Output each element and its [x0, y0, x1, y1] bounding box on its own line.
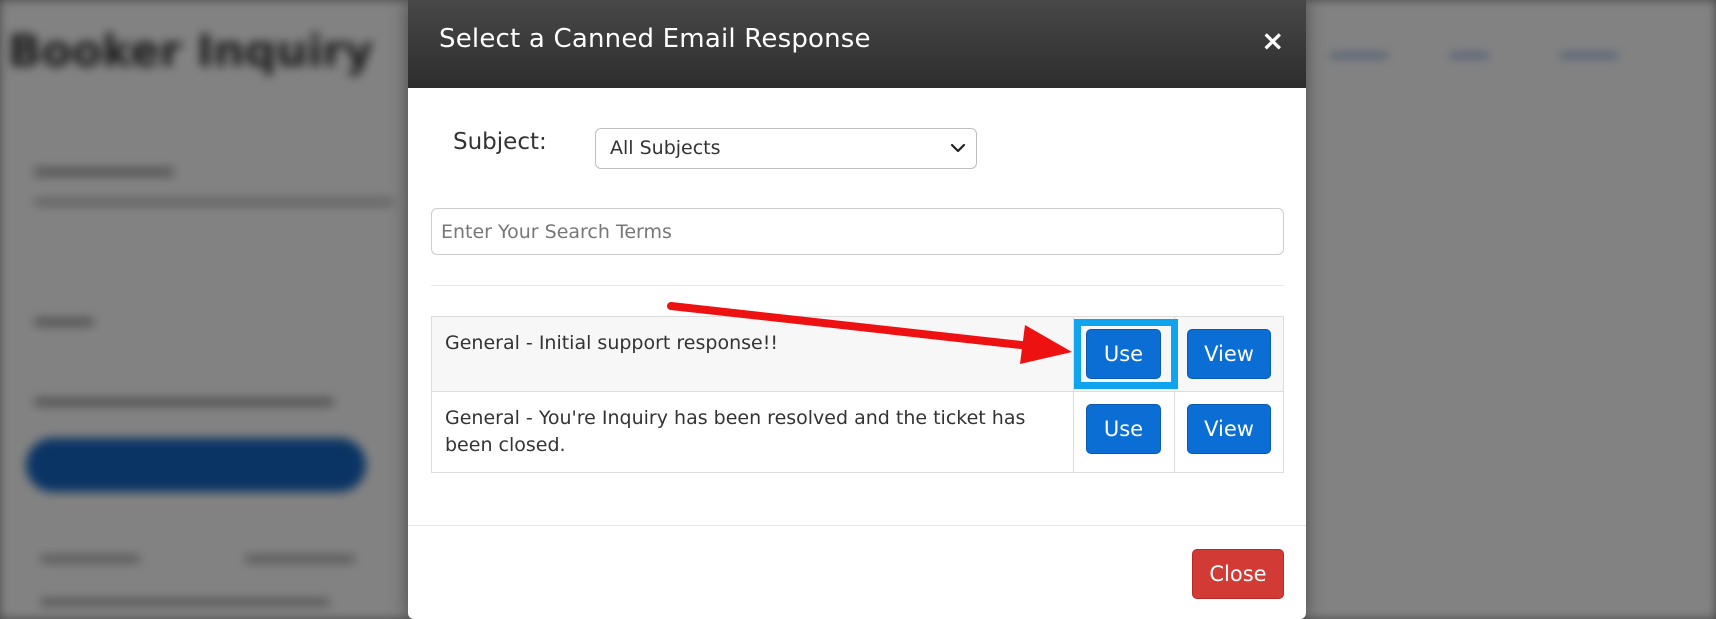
- use-cell: Use: [1073, 316, 1175, 392]
- chevron-down-icon: [950, 143, 966, 153]
- use-button[interactable]: Use: [1086, 329, 1161, 379]
- response-text: General - Initial support response!!: [445, 332, 778, 354]
- search-input[interactable]: [431, 208, 1284, 255]
- view-button[interactable]: View: [1187, 329, 1271, 379]
- use-button[interactable]: Use: [1086, 404, 1161, 454]
- response-text-cell: General - You're Inquiry has been resolv…: [431, 391, 1074, 473]
- modal-header: Select a Canned Email Response ×: [408, 0, 1306, 88]
- view-cell: View: [1174, 316, 1284, 392]
- close-button[interactable]: Close: [1192, 549, 1284, 599]
- subject-label: Subject:: [453, 129, 547, 155]
- table-row: General - Initial support response!! Use…: [431, 316, 1284, 392]
- canned-response-modal: Select a Canned Email Response × Subject…: [408, 0, 1306, 619]
- modal-title: Select a Canned Email Response: [439, 24, 871, 54]
- subject-select[interactable]: All Subjects: [595, 128, 977, 169]
- subject-selected-value: All Subjects: [610, 137, 721, 159]
- response-text: General - You're Inquiry has been resolv…: [445, 407, 1026, 456]
- footer-divider: [408, 525, 1306, 526]
- close-icon[interactable]: ×: [1261, 24, 1284, 58]
- view-cell: View: [1174, 391, 1284, 473]
- responses-table: General - Initial support response!! Use…: [431, 316, 1284, 473]
- use-cell: Use: [1073, 391, 1175, 473]
- view-button[interactable]: View: [1187, 404, 1271, 454]
- response-text-cell: General - Initial support response!!: [431, 316, 1074, 392]
- table-row: General - You're Inquiry has been resolv…: [431, 391, 1284, 473]
- section-divider: [431, 285, 1284, 286]
